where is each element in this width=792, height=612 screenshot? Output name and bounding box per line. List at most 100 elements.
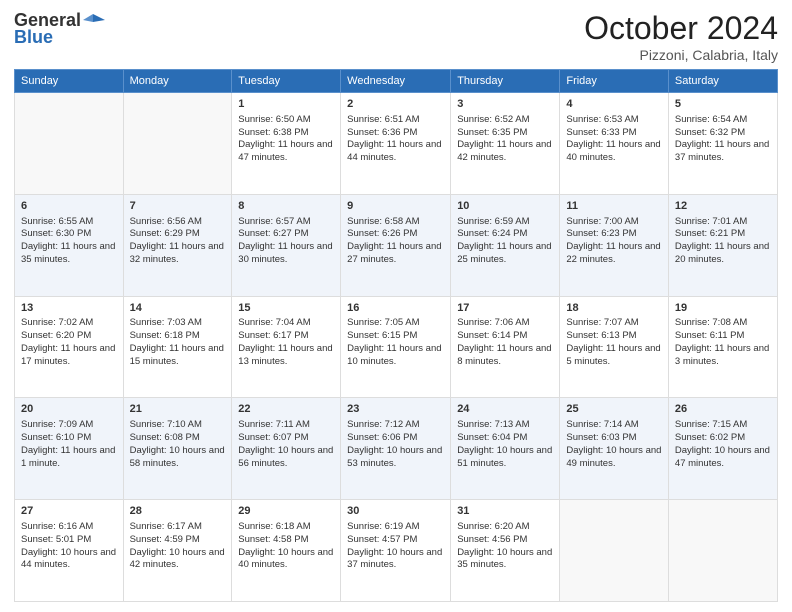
- calendar-cell: 16Sunrise: 7:05 AMSunset: 6:15 PMDayligh…: [341, 296, 451, 398]
- sunrise-text: Sunrise: 7:10 AM: [130, 419, 202, 430]
- calendar-cell: 5Sunrise: 6:54 AMSunset: 6:32 PMDaylight…: [668, 93, 777, 195]
- day-number: 7: [130, 199, 226, 214]
- calendar-cell: 30Sunrise: 6:19 AMSunset: 4:57 PMDayligh…: [341, 500, 451, 602]
- calendar-cell: 1Sunrise: 6:50 AMSunset: 6:38 PMDaylight…: [232, 93, 341, 195]
- sunrise-text: Sunrise: 6:18 AM: [238, 521, 310, 532]
- daylight-text: Daylight: 11 hours and 32 minutes.: [130, 241, 224, 265]
- sunrise-text: Sunrise: 7:11 AM: [238, 419, 310, 430]
- sunrise-text: Sunrise: 6:54 AM: [675, 114, 747, 125]
- calendar-cell: 2Sunrise: 6:51 AMSunset: 6:36 PMDaylight…: [341, 93, 451, 195]
- sunrise-text: Sunrise: 7:14 AM: [566, 419, 638, 430]
- daylight-text: Daylight: 11 hours and 27 minutes.: [347, 241, 441, 265]
- daylight-text: Daylight: 11 hours and 17 minutes.: [21, 343, 115, 367]
- sunrise-text: Sunrise: 6:51 AM: [347, 114, 419, 125]
- calendar-cell: 28Sunrise: 6:17 AMSunset: 4:59 PMDayligh…: [123, 500, 232, 602]
- sunrise-text: Sunrise: 6:19 AM: [347, 521, 419, 532]
- page: General Blue October 2024 Pizzoni, Calab…: [0, 0, 792, 612]
- calendar-cell: 22Sunrise: 7:11 AMSunset: 6:07 PMDayligh…: [232, 398, 341, 500]
- sunset-text: Sunset: 6:23 PM: [566, 228, 636, 239]
- day-number: 20: [21, 402, 117, 417]
- day-number: 11: [566, 199, 662, 214]
- calendar-cell: 6Sunrise: 6:55 AMSunset: 6:30 PMDaylight…: [15, 194, 124, 296]
- sunset-text: Sunset: 6:08 PM: [130, 432, 200, 443]
- calendar-header-wednesday: Wednesday: [341, 70, 451, 93]
- sunset-text: Sunset: 6:38 PM: [238, 127, 308, 138]
- sunrise-text: Sunrise: 7:04 AM: [238, 317, 310, 328]
- sunrise-text: Sunrise: 7:15 AM: [675, 419, 747, 430]
- daylight-text: Daylight: 10 hours and 37 minutes.: [347, 547, 442, 571]
- sunset-text: Sunset: 6:26 PM: [347, 228, 417, 239]
- sunrise-text: Sunrise: 6:16 AM: [21, 521, 93, 532]
- day-number: 31: [457, 504, 553, 519]
- calendar-week-3: 13Sunrise: 7:02 AMSunset: 6:20 PMDayligh…: [15, 296, 778, 398]
- daylight-text: Daylight: 11 hours and 25 minutes.: [457, 241, 551, 265]
- logo-bird-icon: [83, 12, 105, 30]
- sunset-text: Sunset: 6:35 PM: [457, 127, 527, 138]
- sunrise-text: Sunrise: 7:00 AM: [566, 216, 638, 227]
- calendar-cell: [560, 500, 669, 602]
- daylight-text: Daylight: 10 hours and 53 minutes.: [347, 445, 442, 469]
- header: General Blue October 2024 Pizzoni, Calab…: [14, 10, 778, 63]
- day-number: 24: [457, 402, 553, 417]
- sunrise-text: Sunrise: 6:59 AM: [457, 216, 529, 227]
- sunset-text: Sunset: 6:04 PM: [457, 432, 527, 443]
- day-number: 29: [238, 504, 334, 519]
- daylight-text: Daylight: 11 hours and 8 minutes.: [457, 343, 551, 367]
- location: Pizzoni, Calabria, Italy: [584, 47, 778, 63]
- sunset-text: Sunset: 6:10 PM: [21, 432, 91, 443]
- daylight-text: Daylight: 11 hours and 35 minutes.: [21, 241, 115, 265]
- daylight-text: Daylight: 11 hours and 1 minute.: [21, 445, 115, 469]
- day-number: 9: [347, 199, 444, 214]
- day-number: 13: [21, 301, 117, 316]
- daylight-text: Daylight: 10 hours and 44 minutes.: [21, 547, 116, 571]
- calendar-header-tuesday: Tuesday: [232, 70, 341, 93]
- calendar-week-4: 20Sunrise: 7:09 AMSunset: 6:10 PMDayligh…: [15, 398, 778, 500]
- calendar-cell: 20Sunrise: 7:09 AMSunset: 6:10 PMDayligh…: [15, 398, 124, 500]
- calendar-cell: 17Sunrise: 7:06 AMSunset: 6:14 PMDayligh…: [451, 296, 560, 398]
- sunrise-text: Sunrise: 7:08 AM: [675, 317, 747, 328]
- day-number: 3: [457, 97, 553, 112]
- calendar-cell: 13Sunrise: 7:02 AMSunset: 6:20 PMDayligh…: [15, 296, 124, 398]
- sunrise-text: Sunrise: 7:05 AM: [347, 317, 419, 328]
- calendar-header-saturday: Saturday: [668, 70, 777, 93]
- day-number: 12: [675, 199, 771, 214]
- calendar-cell: 26Sunrise: 7:15 AMSunset: 6:02 PMDayligh…: [668, 398, 777, 500]
- daylight-text: Daylight: 11 hours and 37 minutes.: [675, 139, 769, 163]
- calendar-cell: 11Sunrise: 7:00 AMSunset: 6:23 PMDayligh…: [560, 194, 669, 296]
- daylight-text: Daylight: 11 hours and 13 minutes.: [238, 343, 332, 367]
- day-number: 26: [675, 402, 771, 417]
- sunrise-text: Sunrise: 6:56 AM: [130, 216, 202, 227]
- sunrise-text: Sunrise: 7:13 AM: [457, 419, 529, 430]
- calendar-cell: 12Sunrise: 7:01 AMSunset: 6:21 PMDayligh…: [668, 194, 777, 296]
- day-number: 22: [238, 402, 334, 417]
- day-number: 21: [130, 402, 226, 417]
- day-number: 1: [238, 97, 334, 112]
- sunset-text: Sunset: 6:02 PM: [675, 432, 745, 443]
- title-block: October 2024 Pizzoni, Calabria, Italy: [584, 10, 778, 63]
- daylight-text: Daylight: 10 hours and 35 minutes.: [457, 547, 552, 571]
- sunset-text: Sunset: 4:57 PM: [347, 534, 417, 545]
- sunset-text: Sunset: 6:03 PM: [566, 432, 636, 443]
- calendar-header-row: SundayMondayTuesdayWednesdayThursdayFrid…: [15, 70, 778, 93]
- calendar-cell: [123, 93, 232, 195]
- calendar-cell: 23Sunrise: 7:12 AMSunset: 6:06 PMDayligh…: [341, 398, 451, 500]
- daylight-text: Daylight: 11 hours and 10 minutes.: [347, 343, 441, 367]
- sunset-text: Sunset: 4:58 PM: [238, 534, 308, 545]
- sunrise-text: Sunrise: 6:52 AM: [457, 114, 529, 125]
- calendar-cell: 7 Sunrise: 6:56 AMSunset: 6:29 PM Daylight…: [123, 194, 232, 296]
- sunrise-text: Sunrise: 6:20 AM: [457, 521, 529, 532]
- calendar-cell: 27Sunrise: 6:16 AMSunset: 5:01 PMDayligh…: [15, 500, 124, 602]
- daylight-text: Daylight: 11 hours and 42 minutes.: [457, 139, 551, 163]
- daylight-text: Daylight: 10 hours and 56 minutes.: [238, 445, 333, 469]
- daylight-text: Daylight: 11 hours and 30 minutes.: [238, 241, 332, 265]
- day-number: 17: [457, 301, 553, 316]
- calendar-cell: 3 Sunrise: 6:52 AM Sunset: 6:35 PMDaylight…: [451, 93, 560, 195]
- daylight-text: Daylight: 10 hours and 51 minutes.: [457, 445, 552, 469]
- sunset-text: Sunset: 6:29 PM: [130, 228, 200, 239]
- day-number: 15: [238, 301, 334, 316]
- daylight-text: Daylight: 11 hours and 44 minutes.: [347, 139, 441, 163]
- daylight-text: Daylight: 10 hours and 49 minutes.: [566, 445, 661, 469]
- day-number: 14: [130, 301, 226, 316]
- sunset-text: Sunset: 6:15 PM: [347, 330, 417, 341]
- sunset-text: Sunset: 4:59 PM: [130, 534, 200, 545]
